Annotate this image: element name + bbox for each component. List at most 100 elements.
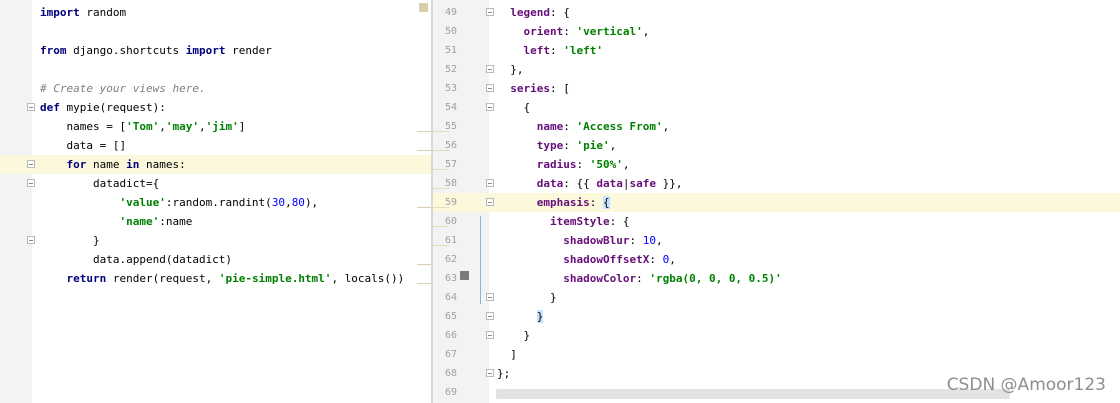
code-line[interactable]: datadict={ [0,174,432,193]
code-text[interactable]: emphasis: { [497,193,610,212]
code-text[interactable]: ] [497,345,517,364]
code-line[interactable]: data.append(datadict) [0,250,432,269]
code-token: ] [238,120,246,133]
fold-toggle-icon[interactable] [486,179,494,187]
code-line[interactable]: for name in names: [0,155,432,174]
fold-toggle-icon[interactable] [486,312,494,320]
code-line[interactable]: import random [0,3,432,22]
fold-toggle-icon[interactable] [486,293,494,301]
fold-toggle-icon[interactable] [27,179,35,187]
code-line[interactable]: radius: '50%', 57 [433,155,1120,174]
code-line[interactable]: legend: { 49 [433,3,1120,22]
code-text[interactable]: radius: '50%', [497,155,630,174]
code-text[interactable]: 'name':name [40,212,192,231]
fold-toggle-icon[interactable] [27,236,35,244]
code-text[interactable]: return render(request, 'pie-simple.html'… [40,269,405,288]
code-line[interactable]: itemStyle: { 60 [433,212,1120,231]
line-number: 49 [444,7,457,18]
code-text[interactable]: } [497,288,557,307]
code-text[interactable]: from django.shortcuts import render [40,41,272,60]
code-line[interactable]: 'value':random.randint(30,80), [0,193,432,212]
code-text[interactable]: legend: { [497,3,570,22]
fold-toggle-icon[interactable] [486,331,494,339]
code-text[interactable]: # Create your views here. [40,79,206,98]
code-line[interactable]: } 65 [433,307,1120,326]
code-text[interactable]: def mypie(request): [40,98,166,117]
code-line[interactable]: } 64 [433,288,1120,307]
scroll-marker[interactable] [419,3,428,12]
code-text[interactable]: type: 'pie', [497,136,617,155]
code-line[interactable]: {54 [433,98,1120,117]
code-token: name [86,158,127,171]
code-line[interactable]: # Create your views here. [0,79,432,98]
code-line[interactable]: type: 'pie', 56 [433,136,1120,155]
code-line[interactable] [0,60,432,79]
left-editor-pane[interactable]: import random from django.shortcuts impor… [0,0,432,403]
code-text[interactable]: left: 'left' [497,41,604,60]
code-text[interactable]: shadowBlur: 10, [497,231,662,250]
code-line[interactable]: data = [] [0,136,432,155]
code-token: , [285,196,292,209]
code-line[interactable]: orient: 'vertical', 50 [433,22,1120,41]
code-text[interactable]: }, [497,60,523,79]
code-line[interactable]: return render(request, 'pie-simple.html'… [0,269,432,288]
code-text[interactable]: names = ['Tom','may','jim'] [40,117,245,136]
change-marker [433,188,449,189]
code-line[interactable]: shadowOffsetX: 0, 62 [433,250,1120,269]
code-text[interactable]: } [497,307,544,326]
code-text[interactable]: data.append(datadict) [40,250,232,269]
code-line[interactable]: } [0,231,432,250]
code-line[interactable]: data: {{ data|safe }}, 58 [433,174,1120,193]
code-line[interactable]: } 66 [433,326,1120,345]
code-text[interactable]: { [497,98,530,117]
code-text[interactable]: itemStyle: { [497,212,629,231]
fold-toggle-icon[interactable] [486,65,494,73]
fold-toggle-icon[interactable] [486,103,494,111]
line-number: 59 [444,197,457,208]
gutter-marker-icon[interactable] [460,271,469,280]
code-text[interactable]: shadowOffsetX: 0, [497,250,676,269]
line-number: 60 [444,216,457,227]
code-line[interactable]: from django.shortcuts import render [0,41,432,60]
right-editor-pane[interactable]: legend: { 49 orient: 'vertical', 50 left: … [433,0,1120,403]
code-line[interactable]: shadowBlur: 10, 61 [433,231,1120,250]
code-text[interactable]: }; [497,364,510,383]
code-line[interactable] [0,22,432,41]
code-line[interactable]: name: 'Access From', 55 [433,117,1120,136]
code-token: : [636,272,650,285]
code-text[interactable]: datadict={ [40,174,159,193]
code-text[interactable]: data = [] [40,136,126,155]
fold-toggle-icon[interactable] [486,369,494,377]
line-number: 61 [444,235,457,246]
fold-toggle-icon[interactable] [486,84,494,92]
code-text[interactable]: name: 'Access From', [497,117,669,136]
code-text[interactable]: } [40,231,100,250]
code-line[interactable]: def mypie(request): [0,98,432,117]
code-text[interactable]: series: [ [497,79,570,98]
code-token: 'left' [563,44,603,57]
code-text[interactable]: import random [40,3,126,22]
code-text[interactable]: for name in names: [40,155,186,174]
code-token: , [198,120,206,133]
code-line[interactable]: 'name':name [0,212,432,231]
code-line[interactable]: left: 'left' 51 [433,41,1120,60]
code-line[interactable]: series: [53 [433,79,1120,98]
fold-toggle-icon[interactable] [27,103,35,111]
code-text[interactable]: orient: 'vertical', [497,22,650,41]
fold-toggle-icon[interactable] [27,160,35,168]
code-text[interactable]: 'value':random.randint(30,80), [40,193,318,212]
code-line[interactable]: }, 52 [433,60,1120,79]
code-line[interactable]: names = ['Tom','may','jim'] [0,117,432,136]
horizontal-scrollbar[interactable] [496,389,1010,399]
code-text[interactable]: data: {{ data|safe }}, [497,174,683,193]
fold-toggle-icon[interactable] [486,198,494,206]
code-line[interactable]: shadowColor: 'rgba(0, 0, 0, 0.5)' 63 [433,269,1120,288]
code-line[interactable]: emphasis: { 59 [433,193,1120,212]
code-line[interactable]: ] 67 [433,345,1120,364]
code-text[interactable]: } [497,326,530,345]
fold-toggle-icon[interactable] [486,8,494,16]
code-text[interactable]: shadowColor: 'rgba(0, 0, 0, 0.5)' [497,269,782,288]
